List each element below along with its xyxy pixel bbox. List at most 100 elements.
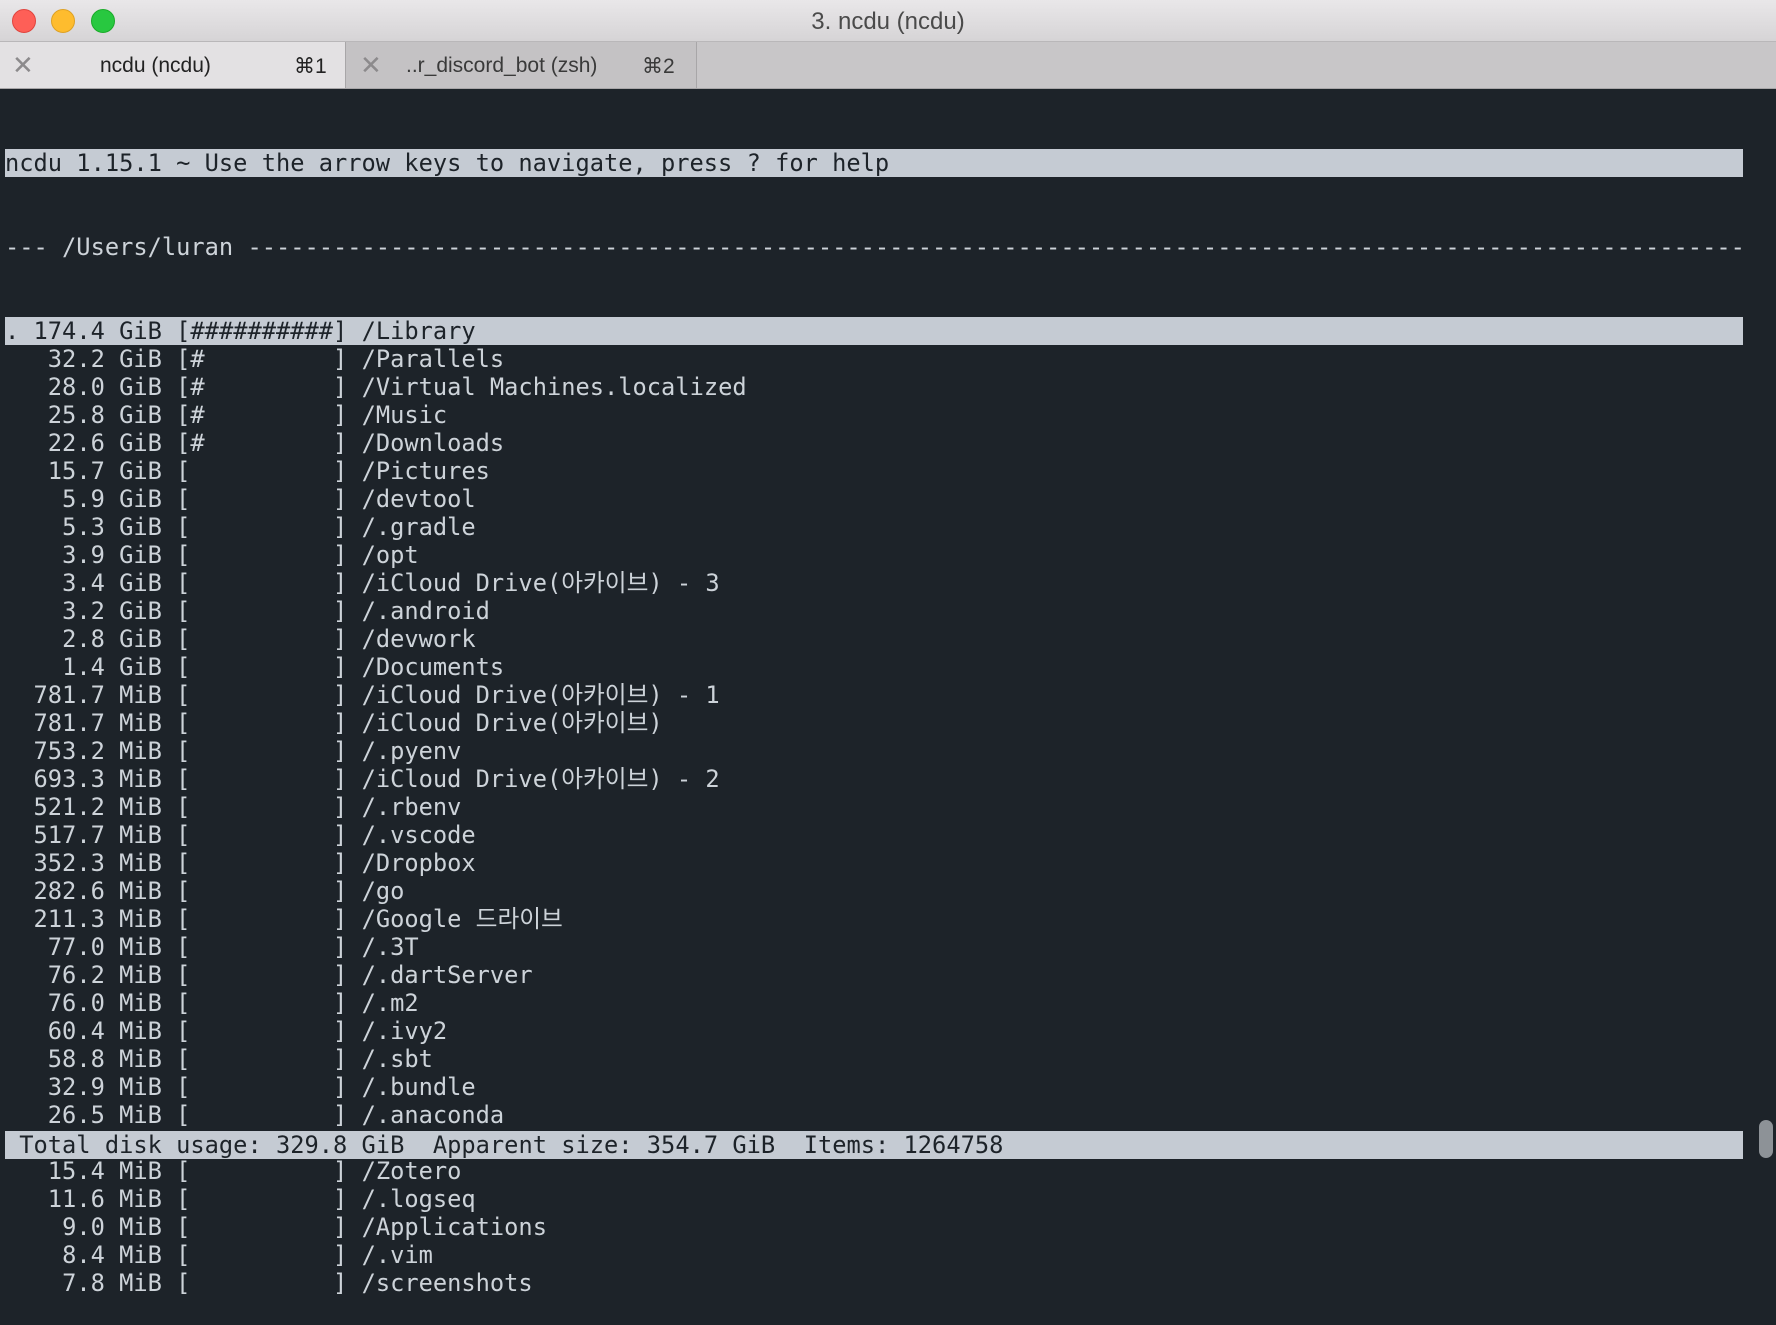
usage-bar: [ ] bbox=[176, 905, 348, 933]
file-list-row[interactable]: 11.6 MiB [ ] /.logseq bbox=[5, 1185, 1743, 1213]
size-padding bbox=[19, 961, 48, 989]
file-list-row[interactable]: 5.3 GiB [ ] /.gradle bbox=[5, 513, 1743, 541]
file-list-row[interactable]: 76.0 MiB [ ] /.m2 bbox=[5, 989, 1743, 1017]
file-list-row[interactable]: 32.9 MiB [ ] /.bundle bbox=[5, 1073, 1743, 1101]
usage-bar: [ ] bbox=[176, 989, 348, 1017]
usage-bar: [ ] bbox=[176, 709, 348, 737]
entry-size: 1.4 GiB bbox=[62, 653, 162, 681]
size-padding bbox=[19, 737, 33, 765]
entry-size: 211.3 MiB bbox=[33, 905, 162, 933]
file-list-row[interactable]: 15.7 GiB [ ] /Pictures bbox=[5, 457, 1743, 485]
file-list-row[interactable]: 3.9 GiB [ ] /opt bbox=[5, 541, 1743, 569]
entry-name: /Dropbox bbox=[361, 849, 476, 877]
entry-name: /.anaconda bbox=[361, 1101, 505, 1129]
entry-size: 15.4 MiB bbox=[47, 1157, 162, 1185]
selection-marker bbox=[5, 345, 19, 373]
file-list-row[interactable]: 1.4 GiB [ ] /Documents bbox=[5, 653, 1743, 681]
size-padding bbox=[19, 1017, 48, 1045]
usage-bar: [ ] bbox=[176, 877, 348, 905]
file-list-row[interactable]: 517.7 MiB [ ] /.vscode bbox=[5, 821, 1743, 849]
tab-discord-bot[interactable]: ✕ ..r_discord_bot (zsh) ⌘2 bbox=[346, 42, 697, 88]
entry-name: /iCloud Drive(아카이브) - 2 bbox=[361, 765, 720, 793]
selection-marker bbox=[5, 569, 19, 597]
entry-size: 60.4 MiB bbox=[47, 1017, 162, 1045]
tab-label: ..r_discord_bot (zsh) bbox=[406, 54, 598, 77]
file-list-row[interactable]: 521.2 MiB [ ] /.rbenv bbox=[5, 793, 1743, 821]
file-list-row[interactable]: 2.8 GiB [ ] /devwork bbox=[5, 625, 1743, 653]
file-list-row[interactable]: 32.2 GiB [# ] /Parallels bbox=[5, 345, 1743, 373]
file-list-row[interactable]: 781.7 MiB [ ] /iCloud Drive(아카이브) - 1 bbox=[5, 681, 1743, 709]
file-list-row[interactable]: 282.6 MiB [ ] /go bbox=[5, 877, 1743, 905]
entry-size: 15.7 GiB bbox=[47, 457, 162, 485]
tab-label: ncdu (ncdu) bbox=[100, 54, 211, 77]
items-value: 1264758 bbox=[903, 1131, 1004, 1159]
entry-name: /Applications bbox=[361, 1213, 547, 1241]
usage-bar: [ ] bbox=[176, 681, 348, 709]
entry-size: 9.0 MiB bbox=[62, 1213, 162, 1241]
scrollbar-track[interactable] bbox=[1750, 89, 1776, 1162]
entry-size: 25.8 GiB bbox=[47, 401, 162, 429]
usage-bar: [# ] bbox=[176, 373, 348, 401]
usage-bar: [ ] bbox=[176, 1017, 348, 1045]
file-list-row[interactable]: 781.7 MiB [ ] /iCloud Drive(아카이브) bbox=[5, 709, 1743, 737]
file-list-row[interactable]: 9.0 MiB [ ] /Applications bbox=[5, 1213, 1743, 1241]
selection-marker bbox=[5, 737, 19, 765]
entry-name: /iCloud Drive(아카이브) bbox=[361, 709, 663, 737]
file-list-row[interactable]: 5.9 GiB [ ] /devtool bbox=[5, 485, 1743, 513]
entry-name: /Library bbox=[361, 317, 476, 345]
file-list-row[interactable]: 76.2 MiB [ ] /.dartServer bbox=[5, 961, 1743, 989]
current-path-line: --- /Users/luran -----------------------… bbox=[5, 233, 1743, 261]
selection-marker bbox=[5, 401, 19, 429]
file-list-row[interactable]: 58.8 MiB [ ] /.sbt bbox=[5, 1045, 1743, 1073]
entry-size: 282.6 MiB bbox=[33, 877, 162, 905]
status-footer: Total disk usage: 329.8 GiB Apparent siz… bbox=[5, 1131, 1743, 1159]
size-padding bbox=[19, 429, 48, 457]
file-list-row[interactable]: 3.4 GiB [ ] /iCloud Drive(아카이브) - 3 bbox=[5, 569, 1743, 597]
usage-bar: [ ] bbox=[176, 737, 348, 765]
entry-size: 517.7 MiB bbox=[33, 821, 162, 849]
usage-bar: [# ] bbox=[176, 401, 348, 429]
file-list-row[interactable]: 8.4 MiB [ ] /.vim bbox=[5, 1241, 1743, 1269]
close-tab-icon[interactable]: ✕ bbox=[12, 50, 34, 81]
entry-size: 3.2 GiB bbox=[62, 597, 162, 625]
selection-marker bbox=[5, 1185, 19, 1213]
entry-name: /devtool bbox=[361, 485, 476, 513]
file-list-row[interactable]: 25.8 GiB [# ] /Music bbox=[5, 401, 1743, 429]
size-padding bbox=[19, 625, 62, 653]
file-list-row[interactable]: 693.3 MiB [ ] /iCloud Drive(아카이브) - 2 bbox=[5, 765, 1743, 793]
file-list-row[interactable]: 26.5 MiB [ ] /.anaconda bbox=[5, 1101, 1743, 1129]
file-list-row[interactable]: . 174.4 GiB [##########] /Library bbox=[5, 317, 1743, 345]
usage-bar: [ ] bbox=[176, 625, 348, 653]
close-tab-icon[interactable]: ✕ bbox=[360, 50, 382, 81]
file-list-row[interactable]: 3.2 GiB [ ] /.android bbox=[5, 597, 1743, 625]
entry-name: /.vscode bbox=[361, 821, 476, 849]
entry-size: 76.0 MiB bbox=[47, 989, 162, 1017]
file-list-row[interactable]: 352.3 MiB [ ] /Dropbox bbox=[5, 849, 1743, 877]
entry-name: /.vim bbox=[361, 1241, 433, 1269]
selection-marker bbox=[5, 989, 19, 1017]
file-list-row[interactable]: 28.0 GiB [# ] /Virtual Machines.localize… bbox=[5, 373, 1743, 401]
entry-size: 521.2 MiB bbox=[33, 793, 162, 821]
file-list-row[interactable]: 60.4 MiB [ ] /.ivy2 bbox=[5, 1017, 1743, 1045]
file-list-row[interactable]: 15.4 MiB [ ] /Zotero bbox=[5, 1157, 1743, 1185]
entry-size: 781.7 MiB bbox=[33, 709, 162, 737]
entry-size: 77.0 MiB bbox=[47, 933, 162, 961]
entry-size: 58.8 MiB bbox=[47, 1045, 162, 1073]
entry-size: 28.0 GiB bbox=[47, 373, 162, 401]
file-list-row[interactable]: 753.2 MiB [ ] /.pyenv bbox=[5, 737, 1743, 765]
size-padding bbox=[19, 541, 62, 569]
usage-bar: [ ] bbox=[176, 1101, 348, 1129]
file-list-row[interactable]: 22.6 GiB [# ] /Downloads bbox=[5, 429, 1743, 457]
entry-name: /.gradle bbox=[361, 513, 476, 541]
tab-ncdu[interactable]: ✕ ncdu (ncdu) ⌘1 bbox=[0, 42, 346, 88]
entry-size: 76.2 MiB bbox=[47, 961, 162, 989]
file-list-row[interactable]: 211.3 MiB [ ] /Google 드라이브 bbox=[5, 905, 1743, 933]
file-list-row[interactable]: 77.0 MiB [ ] /.3T bbox=[5, 933, 1743, 961]
selection-marker bbox=[5, 373, 19, 401]
selection-marker bbox=[5, 541, 19, 569]
items-label: Items: bbox=[803, 1131, 890, 1159]
selection-marker bbox=[5, 1241, 19, 1269]
apparent-size-label: Apparent size: bbox=[432, 1131, 633, 1159]
file-list-row[interactable]: 7.8 MiB [ ] /screenshots bbox=[5, 1269, 1743, 1297]
scrollbar-thumb[interactable] bbox=[1759, 1120, 1773, 1158]
